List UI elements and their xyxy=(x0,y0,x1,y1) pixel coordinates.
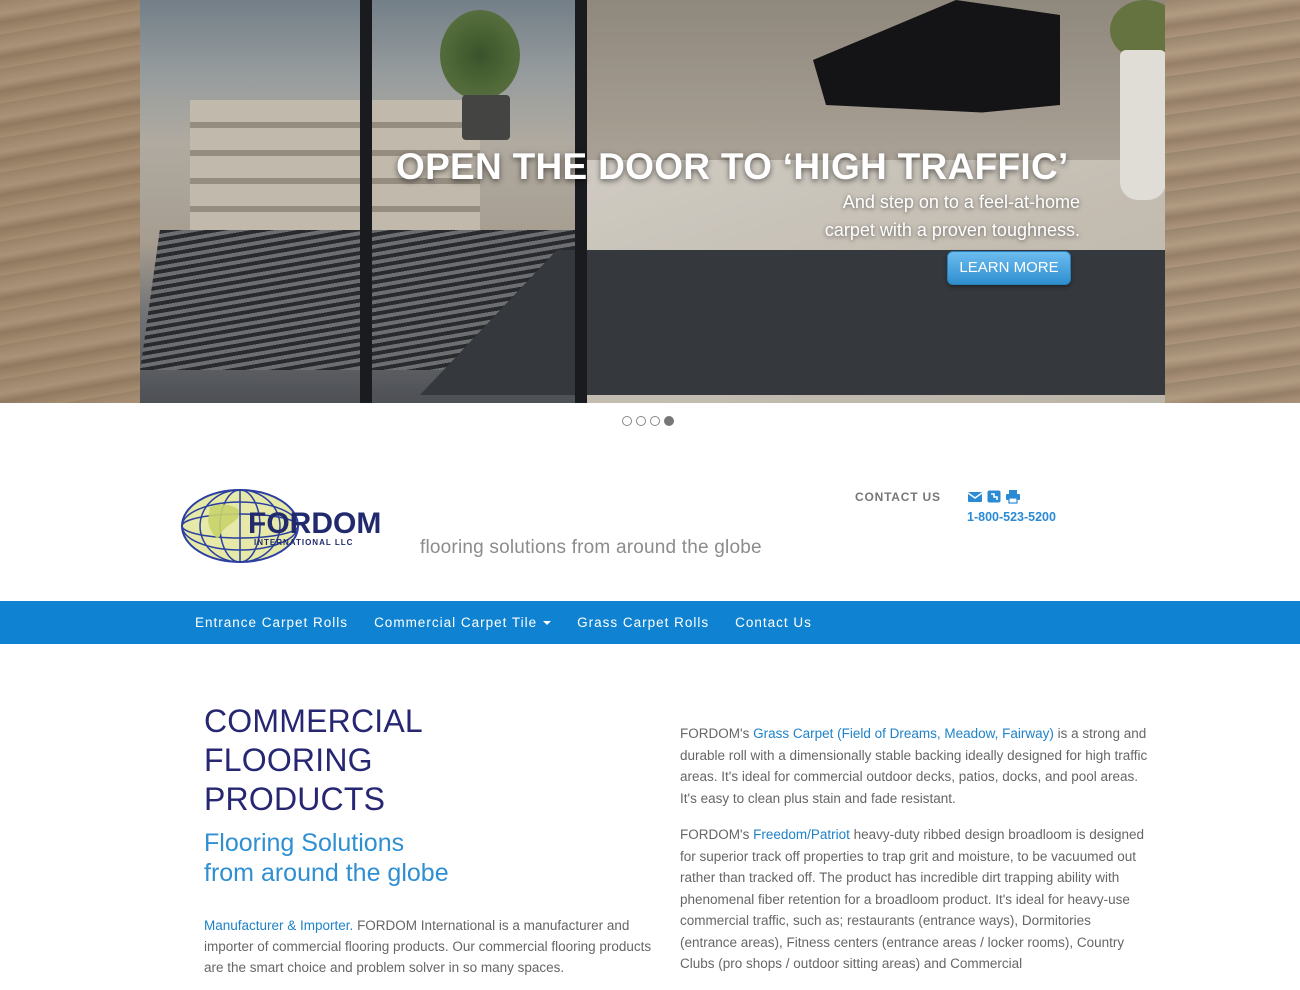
page-subtitle-line: from around the globe xyxy=(204,859,449,887)
product-descriptions: FORDOM's Grass Carpet (Field of Dreams, … xyxy=(680,723,1150,990)
carousel-dot[interactable] xyxy=(650,416,660,426)
logo-text: FORDOM xyxy=(248,507,381,540)
nav-label: Contact Us xyxy=(735,615,812,630)
paragraph-prefix: FORDOM's xyxy=(680,726,754,741)
fax-icon[interactable] xyxy=(986,489,1002,504)
email-icon[interactable] xyxy=(967,489,983,504)
hero-subtitle-line: carpet with a proven toughness. xyxy=(824,220,1080,240)
nav-label: Grass Carpet Rolls xyxy=(577,615,710,630)
hero-title: OPEN THE DOOR TO ‘HIGH TRAFFIC’ xyxy=(396,146,1069,187)
freedom-patriot-link[interactable]: Freedom/Patriot xyxy=(753,827,850,842)
carousel-dot[interactable] xyxy=(636,416,646,426)
print-icon[interactable] xyxy=(1005,489,1021,504)
freedom-patriot-paragraph: FORDOM's Freedom/Patriot heavy-duty ribb… xyxy=(680,824,1150,975)
nav-grass-carpet-rolls[interactable]: Grass Carpet Rolls xyxy=(564,601,722,644)
hero-subtitle: And step on to a feel-at-home carpet wit… xyxy=(780,188,1080,244)
page-title-line: FLOORING xyxy=(204,742,373,778)
page-title: COMMERCIAL FLOORING PRODUCTS xyxy=(204,702,624,819)
hero-carousel: OPEN THE DOOR TO ‘HIGH TRAFFIC’ And step… xyxy=(0,0,1300,403)
page-subtitle: Flooring Solutions from around the globe xyxy=(204,828,624,888)
paragraph-text: heavy-duty ribbed design broadloom is de… xyxy=(680,827,1145,971)
intro-paragraph: Manufacturer & Importer. FORDOM Internat… xyxy=(204,915,664,978)
page-title-line: COMMERCIAL xyxy=(204,703,423,739)
fordom-logo[interactable]: FORDOM INTERNATIONAL LLC xyxy=(180,487,410,565)
carousel-indicators xyxy=(622,416,674,428)
carousel-dot[interactable] xyxy=(622,416,632,426)
nav-label: Entrance Carpet Rolls xyxy=(195,615,349,630)
logo-subtext: INTERNATIONAL LLC xyxy=(254,538,353,547)
hero-subtitle-line: And step on to a feel-at-home xyxy=(842,192,1080,212)
tagline: flooring solutions from around the globe xyxy=(420,537,762,558)
caret-down-icon xyxy=(543,621,552,626)
paragraph-prefix: FORDOM's xyxy=(680,827,754,842)
learn-more-button[interactable]: LEARN MORE xyxy=(947,251,1071,285)
manufacturer-importer-link[interactable]: Manufacturer & Importer. xyxy=(204,918,353,933)
phone-number[interactable]: 1-800-523-5200 xyxy=(967,510,1056,524)
nav-entrance-carpet-rolls[interactable]: Entrance Carpet Rolls xyxy=(182,601,361,644)
page-title-line: PRODUCTS xyxy=(204,781,386,817)
nav-contact-us[interactable]: Contact Us xyxy=(722,601,825,644)
grass-carpet-link[interactable]: Grass Carpet (Field of Dreams, Meadow, F… xyxy=(753,726,1054,741)
main-nav: Entrance Carpet Rolls Commercial Carpet … xyxy=(0,601,1300,644)
contact-icons xyxy=(967,489,1021,504)
page-subtitle-line: Flooring Solutions xyxy=(204,829,405,857)
grass-carpet-paragraph: FORDOM's Grass Carpet (Field of Dreams, … xyxy=(680,723,1150,809)
carousel-dot-active[interactable] xyxy=(664,416,674,426)
contact-us-link[interactable]: CONTACT US xyxy=(855,490,941,504)
nav-label: Commercial Carpet Tile xyxy=(374,615,538,630)
hero-image-shade xyxy=(0,0,1300,403)
nav-commercial-carpet-tile[interactable]: Commercial Carpet Tile xyxy=(361,601,564,644)
